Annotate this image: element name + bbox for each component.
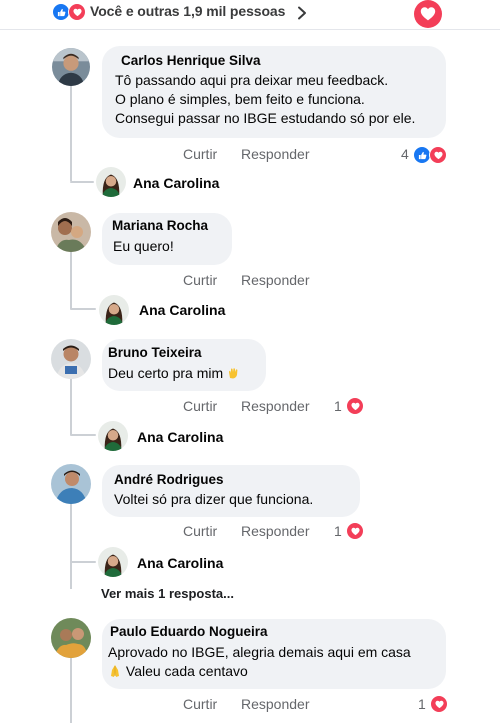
reply-author-avatar[interactable] <box>98 547 128 577</box>
reply-author-name[interactable]: Ana Carolina <box>137 429 223 445</box>
comment-line: Valeu cada centavo <box>125 663 248 679</box>
reply-button[interactable]: Responder <box>241 523 310 539</box>
reply-button[interactable]: Responder <box>241 398 310 414</box>
comment-author[interactable]: Paulo Eduardo Nogueira <box>110 624 268 639</box>
reply-author-avatar[interactable] <box>98 421 128 451</box>
love-reaction-icon <box>430 695 448 713</box>
love-react-button[interactable] <box>414 0 442 28</box>
clap-emoji <box>229 368 238 379</box>
comment-line: Consegui passar no IBGE estudando só por… <box>115 110 416 126</box>
love-reaction-icon <box>346 522 364 540</box>
comment-text: Tô passando aqui pra deixar meu feedback… <box>115 71 415 128</box>
reply-author-name[interactable]: Ana Carolina <box>137 555 223 571</box>
comment-line: Tô passando aqui pra deixar meu feedback… <box>115 72 389 88</box>
comment-text: Eu quero! <box>113 238 174 254</box>
reactions-summary-text[interactable]: Você e outras 1,9 mil pessoas <box>90 3 285 19</box>
reply-button[interactable]: Responder <box>241 696 310 712</box>
chevron-right-icon[interactable] <box>296 6 308 20</box>
reaction-count[interactable]: 1 <box>334 523 342 539</box>
thread-line <box>70 378 72 435</box>
comment-text: Deu certo pra mim <box>108 364 241 383</box>
reply-author-avatar[interactable] <box>96 167 126 197</box>
comment-author[interactable]: Mariana Rocha <box>112 218 208 233</box>
avatar[interactable] <box>52 48 90 86</box>
thread-line <box>70 251 72 309</box>
avatar[interactable] <box>51 464 91 504</box>
avatar[interactable] <box>51 339 91 379</box>
like-button[interactable]: Curtir <box>183 696 217 712</box>
like-button[interactable]: Curtir <box>183 398 217 414</box>
thread-line <box>70 181 94 183</box>
reaction-count[interactable]: 1 <box>334 398 342 414</box>
comment-line: O plano é simples, bem feito e funciona. <box>115 91 365 107</box>
comment-author[interactable]: André Rodrigues <box>114 472 224 487</box>
thread-line <box>70 308 96 310</box>
comment-line: Aprovado no IBGE, alegria demais aqui em… <box>108 644 411 660</box>
comment-line: Deu certo pra mim <box>108 365 224 381</box>
love-reaction-icon <box>429 146 447 164</box>
comment-text: Aprovado no IBGE, alegria demais aqui em… <box>108 643 411 681</box>
avatar[interactable] <box>51 212 91 252</box>
heart-icon <box>420 7 436 21</box>
thread-line <box>70 503 72 589</box>
like-button[interactable]: Curtir <box>183 272 217 288</box>
comment-text: Voltei só pra dizer que funciona. <box>114 491 314 507</box>
thread-line <box>70 434 96 436</box>
reply-button[interactable]: Responder <box>241 272 310 288</box>
pray-emoji <box>111 665 119 677</box>
divider <box>0 29 500 30</box>
love-reaction-icon <box>346 397 364 415</box>
reply-author-name[interactable]: Ana Carolina <box>133 175 219 191</box>
view-more-replies-link[interactable]: Ver mais 1 resposta... <box>101 586 234 601</box>
thread-line <box>70 657 72 723</box>
like-button[interactable]: Curtir <box>183 523 217 539</box>
reply-author-name[interactable]: Ana Carolina <box>139 302 225 318</box>
thread-line <box>70 86 72 181</box>
reaction-count[interactable]: 1 <box>418 696 426 712</box>
comment-author[interactable]: Bruno Teixeira <box>108 345 202 360</box>
reply-author-avatar[interactable] <box>99 295 129 325</box>
reply-button[interactable]: Responder <box>241 146 310 162</box>
reactions-summary-bar[interactable]: Você e outras 1,9 mil pessoas <box>0 0 500 30</box>
comment-author[interactable]: Carlos Henrique Silva <box>121 53 261 68</box>
love-reaction-icon <box>68 3 86 21</box>
reaction-count[interactable]: 4 <box>401 146 409 162</box>
thread-line <box>70 561 96 563</box>
like-button[interactable]: Curtir <box>183 146 217 162</box>
avatar[interactable] <box>51 618 91 658</box>
